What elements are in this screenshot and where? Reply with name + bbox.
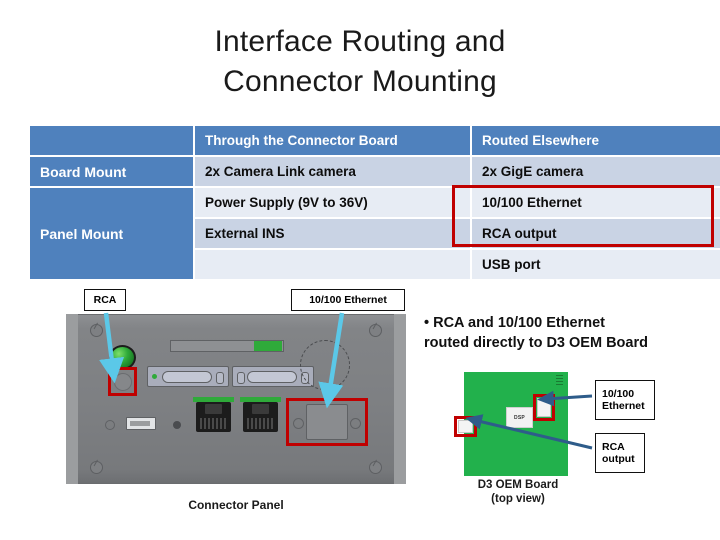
ethernet-highlight-box [286,398,368,446]
slide-root: Interface Routing and Connector Mounting… [0,0,720,540]
camera-link-connector-1 [147,366,229,387]
board-rca-highlight-box [454,416,477,437]
connector-panel-caption: Connector Panel [188,498,284,512]
cell-elsewhere-1: 10/100 Ethernet [472,188,720,219]
callout-ethernet: 10/100 Ethernet [291,289,405,311]
camera-link-socket [247,371,297,383]
indicator-led-icon [152,374,157,379]
rj45-jack-1 [193,397,234,432]
bullet-line-1: • RCA and 10/100 Ethernet [424,315,606,331]
board-caption-line-2: (top view) [491,493,545,506]
cell-through-3 [195,250,472,281]
table-header-blank [30,126,195,157]
panel-button-icon [173,421,181,429]
cell-elsewhere-0: 2x GigE camera [472,157,720,188]
table-row: Panel Mount Power Supply (9V to 36V) 10/… [30,188,720,281]
rj45-contacts [247,418,274,429]
panel-slot-green-insert [254,341,282,351]
cell-elsewhere-2: RCA output [472,219,720,250]
row-label-panel-mount: Panel Mount [30,188,195,281]
callout-board-rca-line-2: output [602,453,635,465]
cell-through-2: External INS [195,219,472,250]
callout-rca: RCA [84,289,126,311]
screw-icon [369,461,382,474]
screw-icon [90,461,103,474]
callout-board-rca-line-1: RCA [602,440,625,453]
panel-rail-right [394,314,406,484]
rj45-jack-2 [240,397,281,432]
d3-oem-board-caption: D3 OEM Board (top view) [448,478,588,506]
table-header-through: Through the Connector Board [195,126,472,157]
dashed-circle-outline [300,340,350,390]
callout-board-rca: RCA output [595,433,645,473]
connector-screw-icon [216,372,224,384]
table-header-elsewhere: Routed Elsewhere [472,126,720,157]
callout-board-ethernet: 10/100 Ethernet [595,380,655,420]
camera-link-socket [162,371,212,383]
connector-screw-icon [237,372,245,384]
table-header-row: Through the Connector Board Routed Elsew… [30,126,720,157]
cell-through-1: Power Supply (9V to 36V) [195,188,472,219]
page-title-line-2: Connector Mounting [223,64,497,98]
usb-port [126,417,156,430]
callout-board-ethernet-line-2: Ethernet [602,400,645,412]
bullet-note: • RCA and 10/100 Ethernet routed directl… [424,314,714,353]
routing-table-wrapper: Through the Connector Board Routed Elsew… [30,126,720,281]
page-title: Interface Routing and Connector Mounting [0,22,720,101]
dsp-chip: DSP [506,407,533,428]
panel-rail-left [66,314,78,484]
pcb-silkscreen-icon [556,375,563,385]
row-label-board-mount: Board Mount [30,157,195,188]
rj45-contacts [200,418,227,429]
connector-panel-image [66,314,406,484]
board-ethernet-highlight-box [533,394,555,421]
board-caption-line-1: D3 OEM Board [477,479,559,491]
cell-through-0: 2x Camera Link camera [195,157,472,188]
screw-icon [369,324,382,337]
panel-hole-icon [105,420,115,430]
screw-icon [90,324,103,337]
page-title-line-1: Interface Routing and [214,25,506,58]
panel-inner-surface [78,314,394,484]
bullet-line-2: routed directly to D3 OEM Board [424,334,648,351]
callout-board-ethernet-line-1: 10/100 [602,387,635,400]
routing-table: Through the Connector Board Routed Elsew… [30,126,720,281]
table-row: Board Mount 2x Camera Link camera 2x Gig… [30,157,720,188]
rca-highlight-box [108,367,137,396]
d3-oem-board-image: DSP [454,372,568,476]
cell-elsewhere-3: USB port [472,250,720,281]
